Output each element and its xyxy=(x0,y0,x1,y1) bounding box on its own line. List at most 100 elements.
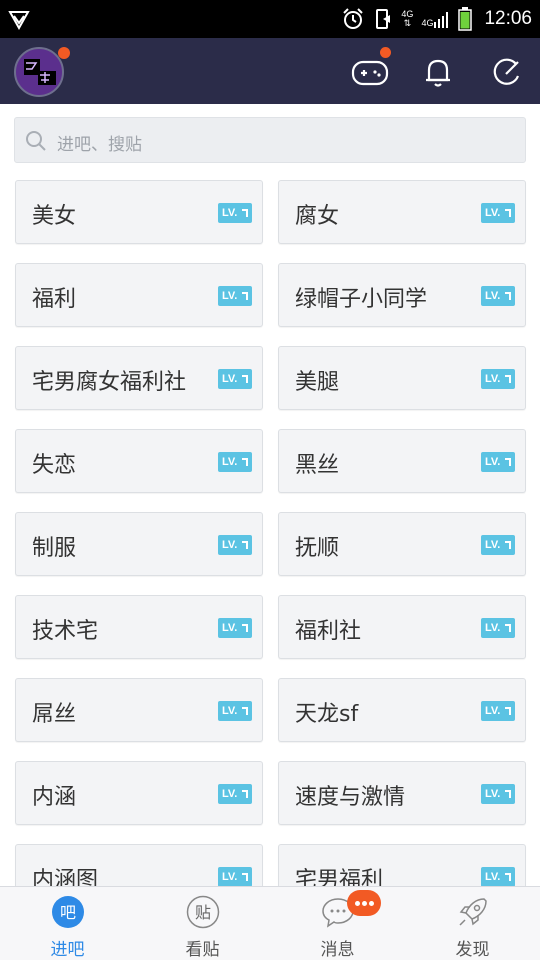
forum-card[interactable]: 屌丝 LV. xyxy=(15,678,263,742)
forum-name: 屌丝 xyxy=(32,702,77,727)
forum-card[interactable]: 黑丝 LV. xyxy=(278,429,526,493)
forum-card[interactable]: 宅男腐女福利社 LV. xyxy=(15,346,263,410)
sign-in-icon[interactable] xyxy=(486,52,526,92)
level-tick-icon xyxy=(242,790,248,798)
forum-card[interactable]: 内涵图 LV. xyxy=(15,844,263,886)
forum-name: 宅男福利 xyxy=(295,868,384,886)
nav-tab-view-posts[interactable]: 贴 看贴 xyxy=(135,887,270,960)
level-tick-icon xyxy=(505,624,511,632)
level-label: LV. xyxy=(222,871,238,883)
forum-card[interactable]: 失恋 LV. xyxy=(15,429,263,493)
level-label: LV. xyxy=(485,788,501,800)
forum-grid: 美女 LV. 腐女 LV. 福利 LV. 绿帽子小同学 LV. 宅男腐女福利社 LV. 美腿 LV. 失… xyxy=(0,180,540,886)
forum-card[interactable]: 美女 LV. xyxy=(15,180,263,244)
level-badge: LV. xyxy=(218,452,252,472)
forum-name: 福利社 xyxy=(295,619,362,644)
level-badge: LV. xyxy=(481,203,515,223)
level-tick-icon xyxy=(242,292,248,300)
nav-tab-discover[interactable]: 发现 xyxy=(405,887,540,960)
forum-card[interactable]: 宅男福利 LV. xyxy=(278,844,526,886)
svg-text:吧: 吧 xyxy=(59,903,75,922)
level-badge: LV. xyxy=(218,203,252,223)
forum-card[interactable]: 福利 LV. xyxy=(15,263,263,327)
level-badge: LV. xyxy=(481,452,515,472)
forum-card[interactable]: 美腿 LV. xyxy=(278,346,526,410)
game-controller-icon[interactable] xyxy=(350,52,390,92)
nav-tab-messages[interactable]: 消息 xyxy=(270,887,405,960)
forum-name: 抚顺 xyxy=(295,536,340,561)
forum-card[interactable]: 速度与激情 LV. xyxy=(278,761,526,825)
network-type-bottom: 4G xyxy=(421,18,434,28)
level-label: LV. xyxy=(485,622,501,634)
clock: 12:06 xyxy=(484,8,532,29)
level-badge: LV. xyxy=(481,784,515,804)
level-badge: LV. xyxy=(218,286,252,306)
level-badge: LV. xyxy=(481,369,515,389)
level-label: LV. xyxy=(222,207,238,219)
network-indicator-2: 4G xyxy=(421,10,450,28)
forum-name: 福利 xyxy=(32,287,77,312)
level-badge: LV. xyxy=(218,867,252,886)
forum-name: 天龙sf xyxy=(295,702,359,727)
forum-name: 美女 xyxy=(32,204,77,229)
forum-card[interactable]: 技术宅 LV. xyxy=(15,595,263,659)
network-indicator-1: 4G ⇅ xyxy=(401,9,414,28)
game-notification-dot xyxy=(380,47,391,58)
level-tick-icon xyxy=(242,541,248,549)
forum-card[interactable]: 腐女 LV. xyxy=(278,180,526,244)
bottom-navigation: 吧 进吧 贴 看贴 消息 发现 xyxy=(0,886,540,960)
forum-card[interactable]: 抚顺 LV. xyxy=(278,512,526,576)
level-label: LV. xyxy=(222,539,238,551)
level-label: LV. xyxy=(485,456,501,468)
level-label: LV. xyxy=(222,788,238,800)
level-tick-icon xyxy=(505,541,511,549)
forum-name: 失恋 xyxy=(32,453,77,478)
forum-card[interactable]: 内涵 LV. xyxy=(15,761,263,825)
level-label: LV. xyxy=(222,622,238,634)
level-tick-icon xyxy=(505,790,511,798)
level-badge: LV. xyxy=(481,618,515,638)
forum-card[interactable]: 制服 LV. xyxy=(15,512,263,576)
forum-card[interactable]: 天龙sf LV. xyxy=(278,678,526,742)
messages-badge xyxy=(347,890,381,916)
level-badge: LV. xyxy=(481,286,515,306)
level-label: LV. xyxy=(485,871,501,883)
level-tick-icon xyxy=(505,209,511,217)
forum-name: 黑丝 xyxy=(295,453,340,478)
level-label: LV. xyxy=(222,705,238,717)
level-badge: LV. xyxy=(218,701,252,721)
forum-card[interactable]: 福利社 LV. xyxy=(278,595,526,659)
level-label: LV. xyxy=(485,290,501,302)
level-label: LV. xyxy=(485,207,501,219)
search-bar[interactable]: 进吧、搜贴 xyxy=(14,117,526,163)
forum-name: 腐女 xyxy=(295,204,340,229)
level-badge: LV. xyxy=(218,535,252,555)
status-bar: 4G ⇅ 4G 12:06 xyxy=(0,0,540,38)
forum-name: 绿帽子小同学 xyxy=(295,287,428,312)
nav-label-messages: 消息 xyxy=(320,940,355,960)
level-tick-icon xyxy=(242,624,248,632)
nav-label-view-posts: 看贴 xyxy=(185,940,220,960)
level-tick-icon xyxy=(242,873,248,881)
level-badge: LV. xyxy=(481,701,515,721)
level-badge: LV. xyxy=(218,618,252,638)
level-tick-icon xyxy=(505,458,511,466)
search-placeholder: 进吧、搜贴 xyxy=(57,135,142,155)
forum-card[interactable]: 绿帽子小同学 LV. xyxy=(278,263,526,327)
level-label: LV. xyxy=(485,705,501,717)
forum-name: 速度与激情 xyxy=(295,785,406,810)
bar-tab-icon: 吧 xyxy=(51,896,84,928)
level-label: LV. xyxy=(222,373,238,385)
svg-text:贴: 贴 xyxy=(194,903,210,922)
user-avatar[interactable] xyxy=(14,47,64,97)
bell-icon[interactable] xyxy=(418,52,458,92)
forum-name: 技术宅 xyxy=(32,619,99,644)
level-tick-icon xyxy=(505,873,511,881)
alarm-icon xyxy=(343,8,364,29)
level-tick-icon xyxy=(242,375,248,383)
level-tick-icon xyxy=(242,707,248,715)
nav-tab-enter-bar[interactable]: 吧 进吧 xyxy=(0,887,135,960)
app-header xyxy=(0,38,540,104)
phone-vibrate-icon xyxy=(376,9,391,29)
search-icon xyxy=(26,131,46,151)
